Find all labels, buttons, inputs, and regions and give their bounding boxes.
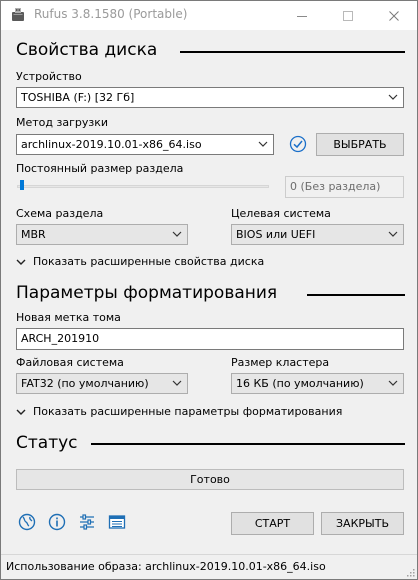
partition-scheme-select[interactable]: MBR (16, 224, 188, 245)
window-title: Rufus 3.8.1580 (Portable) (34, 7, 188, 21)
info-icon[interactable] (48, 513, 66, 531)
usb-drive-icon (12, 8, 24, 21)
cluster-size-label: Размер кластера (231, 356, 330, 369)
section-divider (307, 294, 405, 296)
maximize-button[interactable] (325, 1, 371, 30)
chevron-down-icon (388, 231, 398, 237)
file-system-label: Файловая система (16, 356, 124, 369)
chevron-down-icon (388, 380, 398, 386)
show-advanced-format-toggle[interactable]: Показать расширенные параметры форматиро… (16, 405, 346, 419)
target-system-select[interactable]: BIOS или UEFI (231, 224, 404, 245)
title-bar[interactable]: Rufus 3.8.1580 (Portable) (1, 1, 417, 30)
show-advanced-format-label: Показать расширенные параметры форматиро… (33, 405, 343, 418)
show-advanced-disk-label: Показать расширенные свойства диска (33, 255, 265, 268)
status-progress-text: Готово (190, 473, 230, 486)
section-divider (180, 51, 405, 53)
target-system-label: Целевая система (231, 207, 331, 220)
minimize-button[interactable] (279, 1, 325, 30)
status-heading: Статус (16, 433, 78, 453)
device-label: Устройство (16, 70, 82, 83)
language-globe-icon[interactable] (18, 513, 36, 531)
show-advanced-disk-toggle[interactable]: Показать расширенные свойства диска (16, 255, 316, 269)
format-options-heading: Параметры форматирования (16, 283, 278, 303)
chevron-down-icon (172, 231, 182, 237)
volume-label-input[interactable] (21, 332, 381, 345)
persistent-size-slider-thumb[interactable] (20, 180, 24, 190)
file-system-value: FAT32 (по умолчанию) (21, 377, 149, 390)
disk-properties-heading: Свойства диска (16, 40, 158, 60)
start-button[interactable]: СТАРТ (231, 512, 314, 535)
cluster-size-value: 16 КБ (по умолчанию) (236, 377, 364, 390)
footer-status-bar: Использование образа: archlinux-2019.10.… (1, 555, 417, 579)
volume-label-label: Новая метка тома (16, 311, 121, 324)
chevron-down-icon (172, 380, 182, 386)
device-select[interactable]: TOSHIBA (F:) [32 Гб] (16, 87, 404, 108)
close-icon (389, 11, 399, 21)
close-button[interactable]: ЗАКРЫТЬ (321, 512, 404, 535)
persistent-size-label: Постоянный размер раздела (16, 162, 184, 175)
log-table-icon[interactable] (108, 513, 126, 531)
maximize-icon (343, 11, 353, 21)
file-system-select[interactable]: FAT32 (по умолчанию) (16, 373, 188, 394)
device-select-value: TOSHIBA (F:) [32 Гб] (21, 91, 135, 104)
chevron-down-icon (258, 141, 268, 147)
partition-scheme-label: Схема раздела (16, 207, 104, 220)
persistent-size-field: 0 (Без раздела) (285, 176, 404, 198)
chevron-down-icon (16, 409, 26, 415)
footer-status-text: Использование образа: archlinux-2019.10.… (6, 560, 326, 573)
close-window-button[interactable] (371, 1, 417, 30)
status-progress-bar: Готово (16, 469, 404, 490)
target-system-value: BIOS или UEFI (236, 228, 316, 241)
volume-label-input-box[interactable] (16, 328, 404, 350)
section-divider (91, 443, 405, 445)
chevron-down-icon (388, 94, 398, 100)
settings-sliders-icon[interactable] (78, 513, 96, 531)
boot-selection-label: Метод загрузки (16, 116, 109, 129)
resize-grip-icon[interactable] (405, 567, 415, 577)
select-image-button[interactable]: ВЫБРАТЬ (316, 133, 404, 156)
boot-selection-value: archlinux-2019.10.01-x86_64.iso (21, 138, 202, 151)
chevron-down-icon (16, 259, 26, 265)
cluster-size-select[interactable]: 16 КБ (по умолчанию) (231, 373, 404, 394)
boot-selection-select[interactable]: archlinux-2019.10.01-x86_64.iso (16, 134, 274, 155)
persistent-size-value: 0 (Без раздела) (290, 180, 381, 193)
minimize-icon (297, 16, 307, 17)
partition-scheme-value: MBR (21, 228, 46, 241)
persistent-size-slider-track[interactable] (17, 185, 269, 188)
rufus-window: Rufus 3.8.1580 (Portable) Свойства диска… (0, 0, 418, 580)
check-icon[interactable] (289, 135, 307, 153)
